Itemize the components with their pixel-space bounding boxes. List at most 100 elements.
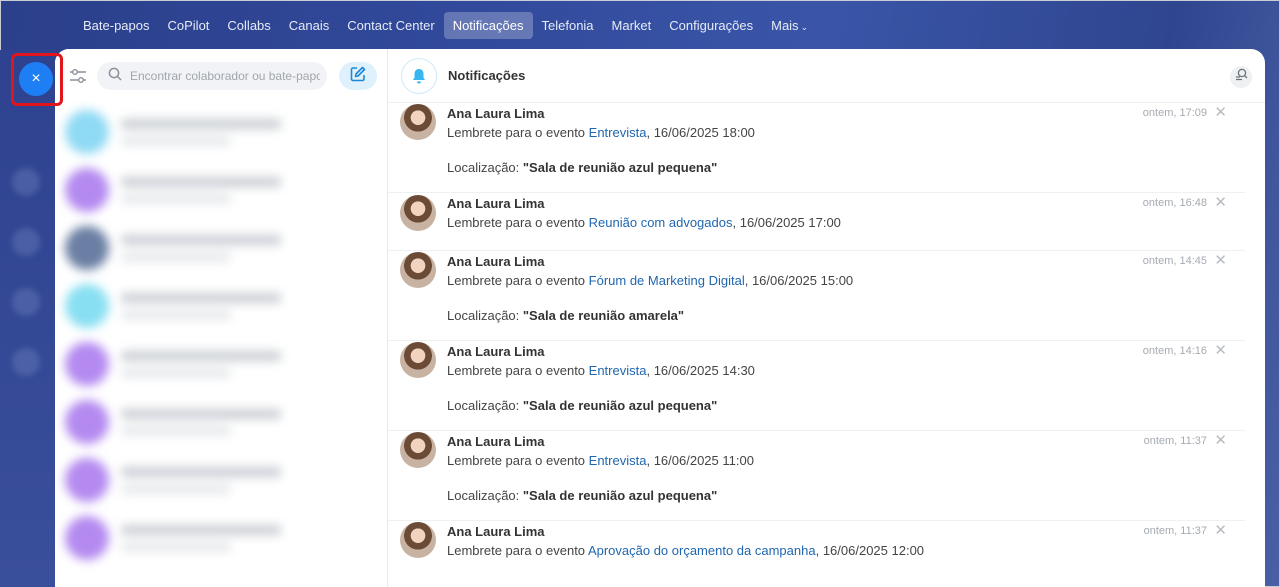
avatar	[65, 226, 109, 270]
compose-icon	[350, 66, 366, 87]
chat-list-panel	[55, 49, 388, 587]
avatar	[400, 252, 436, 288]
nav-item-notificacoes[interactable]: Notificações	[443, 11, 533, 39]
location-label: Localização:	[447, 488, 523, 503]
avatar	[400, 432, 436, 468]
notification-time: ontem, 14:16	[1142, 345, 1207, 357]
list-item[interactable]	[55, 393, 387, 451]
location-value: "Sala de reunião azul pequena"	[522, 160, 718, 175]
nav-item-canais[interactable]: Canais	[280, 12, 338, 39]
list-item[interactable]	[55, 161, 387, 219]
chevron-down-icon: ⌄	[800, 21, 809, 32]
notification-prefix: Lembrete para o evento	[447, 543, 588, 558]
notification-time: ontem, 17:09	[1142, 107, 1207, 119]
new-chat-button[interactable]	[339, 62, 377, 90]
list-item[interactable]	[55, 451, 387, 509]
notification-prefix: Lembrete para o evento	[447, 363, 589, 378]
avatar	[400, 104, 436, 140]
location-value: "Sala de reunião azul pequena"	[522, 398, 718, 413]
top-navigation: Bate-papos CoPilot Collabs Canais Contac…	[74, 11, 817, 39]
blurred-icon	[12, 348, 40, 376]
notifications-panel: Notificações Ana Laura Lima Lembrete par…	[388, 49, 1265, 587]
dismiss-icon[interactable]: ✕	[1214, 341, 1227, 359]
nav-item-mais-label: Mais	[771, 17, 799, 33]
blurred-icon	[12, 288, 40, 316]
notification-text: Lembrete para o evento Reunião com advog…	[447, 215, 1205, 230]
dismiss-icon[interactable]: ✕	[1214, 103, 1227, 121]
notification-text: Lembrete para o evento Entrevista, 16/06…	[447, 453, 1205, 468]
notification-date: , 16/06/2025 14:30	[646, 363, 755, 378]
notification-text: Lembrete para o evento Entrevista, 16/06…	[447, 363, 1205, 378]
avatar	[400, 522, 436, 558]
notification-author: Ana Laura Lima	[447, 344, 545, 359]
notification-date: , 16/06/2025 12:00	[815, 543, 925, 558]
notifications-title: Notificações	[448, 68, 526, 83]
notification-item: Ana Laura Lima Lembrete para o evento Fó…	[388, 251, 1245, 341]
chat-list-blurred	[55, 103, 387, 567]
notifications-list: Ana Laura Lima Lembrete para o evento En…	[388, 103, 1265, 587]
notification-item: Ana Laura Lima Lembrete para o evento En…	[388, 103, 1245, 193]
event-link[interactable]: Fórum de Marketing Digital	[589, 273, 745, 288]
search-notifications-button[interactable]	[1230, 66, 1252, 88]
avatar	[65, 400, 109, 444]
dismiss-icon[interactable]: ✕	[1214, 251, 1227, 269]
blurred-icon	[12, 228, 40, 256]
nav-item-bate-papos[interactable]: Bate-papos	[74, 12, 159, 39]
notification-item: Ana Laura Lima Lembrete para o evento Ap…	[388, 521, 1245, 587]
event-link[interactable]: Entrevista	[589, 453, 647, 468]
event-link[interactable]: Entrevista	[589, 363, 647, 378]
nav-item-mais[interactable]: Mais ⌄	[762, 12, 817, 39]
highlight-frame	[11, 53, 63, 106]
nav-item-contact-center[interactable]: Contact Center	[338, 12, 443, 39]
location-value: "Sala de reunião azul pequena"	[522, 488, 718, 503]
list-item[interactable]	[55, 277, 387, 335]
nav-item-telefonia[interactable]: Telefonia	[533, 12, 603, 39]
notification-date: , 16/06/2025 17:00	[732, 215, 841, 230]
filter-sliders-icon[interactable]	[67, 65, 89, 87]
bell-icon	[401, 57, 437, 94]
notification-prefix: Lembrete para o evento	[447, 125, 589, 140]
location-label: Localização:	[447, 308, 523, 323]
search-input[interactable]	[130, 69, 320, 83]
notifications-header: Notificações	[388, 49, 1265, 103]
notification-item: Ana Laura Lima Lembrete para o evento Re…	[388, 193, 1245, 251]
avatar	[400, 342, 436, 378]
notification-time: ontem, 14:45	[1142, 255, 1207, 267]
list-item[interactable]	[55, 219, 387, 277]
dismiss-icon[interactable]: ✕	[1214, 193, 1227, 211]
list-item[interactable]	[55, 335, 387, 393]
notification-item: Ana Laura Lima Lembrete para o evento En…	[388, 341, 1245, 431]
nav-item-collabs[interactable]: Collabs	[218, 12, 279, 39]
notification-time: ontem, 11:37	[1143, 435, 1207, 447]
notification-text: Lembrete para o evento Fórum de Marketin…	[447, 273, 1205, 288]
notification-date: , 16/06/2025 18:00	[646, 125, 755, 140]
search-icon	[108, 67, 122, 86]
notification-author: Ana Laura Lima	[447, 254, 545, 269]
dismiss-icon[interactable]: ✕	[1214, 431, 1227, 449]
nav-item-market[interactable]: Market	[603, 12, 661, 39]
dismiss-icon[interactable]: ✕	[1214, 521, 1227, 539]
nav-item-configuracoes[interactable]: Configurações	[660, 12, 762, 39]
avatar	[65, 516, 109, 560]
left-sidebar-blurred	[0, 50, 55, 587]
search-box	[97, 62, 327, 90]
avatar	[65, 458, 109, 502]
avatar	[65, 284, 109, 328]
event-link[interactable]: Reunião com advogados	[589, 215, 733, 230]
notification-author: Ana Laura Lima	[447, 196, 545, 211]
location-label: Localização:	[447, 398, 523, 413]
notification-text: Lembrete para o evento Aprovação do orça…	[447, 543, 1205, 558]
notification-location: Localização: "Sala de reunião amarela"	[447, 308, 1205, 323]
list-item[interactable]	[55, 103, 387, 161]
notification-item: Ana Laura Lima Lembrete para o evento En…	[388, 431, 1245, 521]
notification-location: Localização: "Sala de reunião azul peque…	[447, 160, 1205, 175]
event-link[interactable]: Entrevista	[589, 125, 647, 140]
notification-prefix: Lembrete para o evento	[447, 273, 589, 288]
avatar	[400, 195, 436, 231]
avatar	[65, 110, 109, 154]
event-link[interactable]: Aprovação do orçamento da campanha	[588, 543, 816, 558]
list-item[interactable]	[55, 509, 387, 567]
notification-prefix: Lembrete para o evento	[447, 215, 589, 230]
notification-author: Ana Laura Lima	[447, 434, 545, 449]
nav-item-copilot[interactable]: CoPilot	[159, 12, 219, 39]
